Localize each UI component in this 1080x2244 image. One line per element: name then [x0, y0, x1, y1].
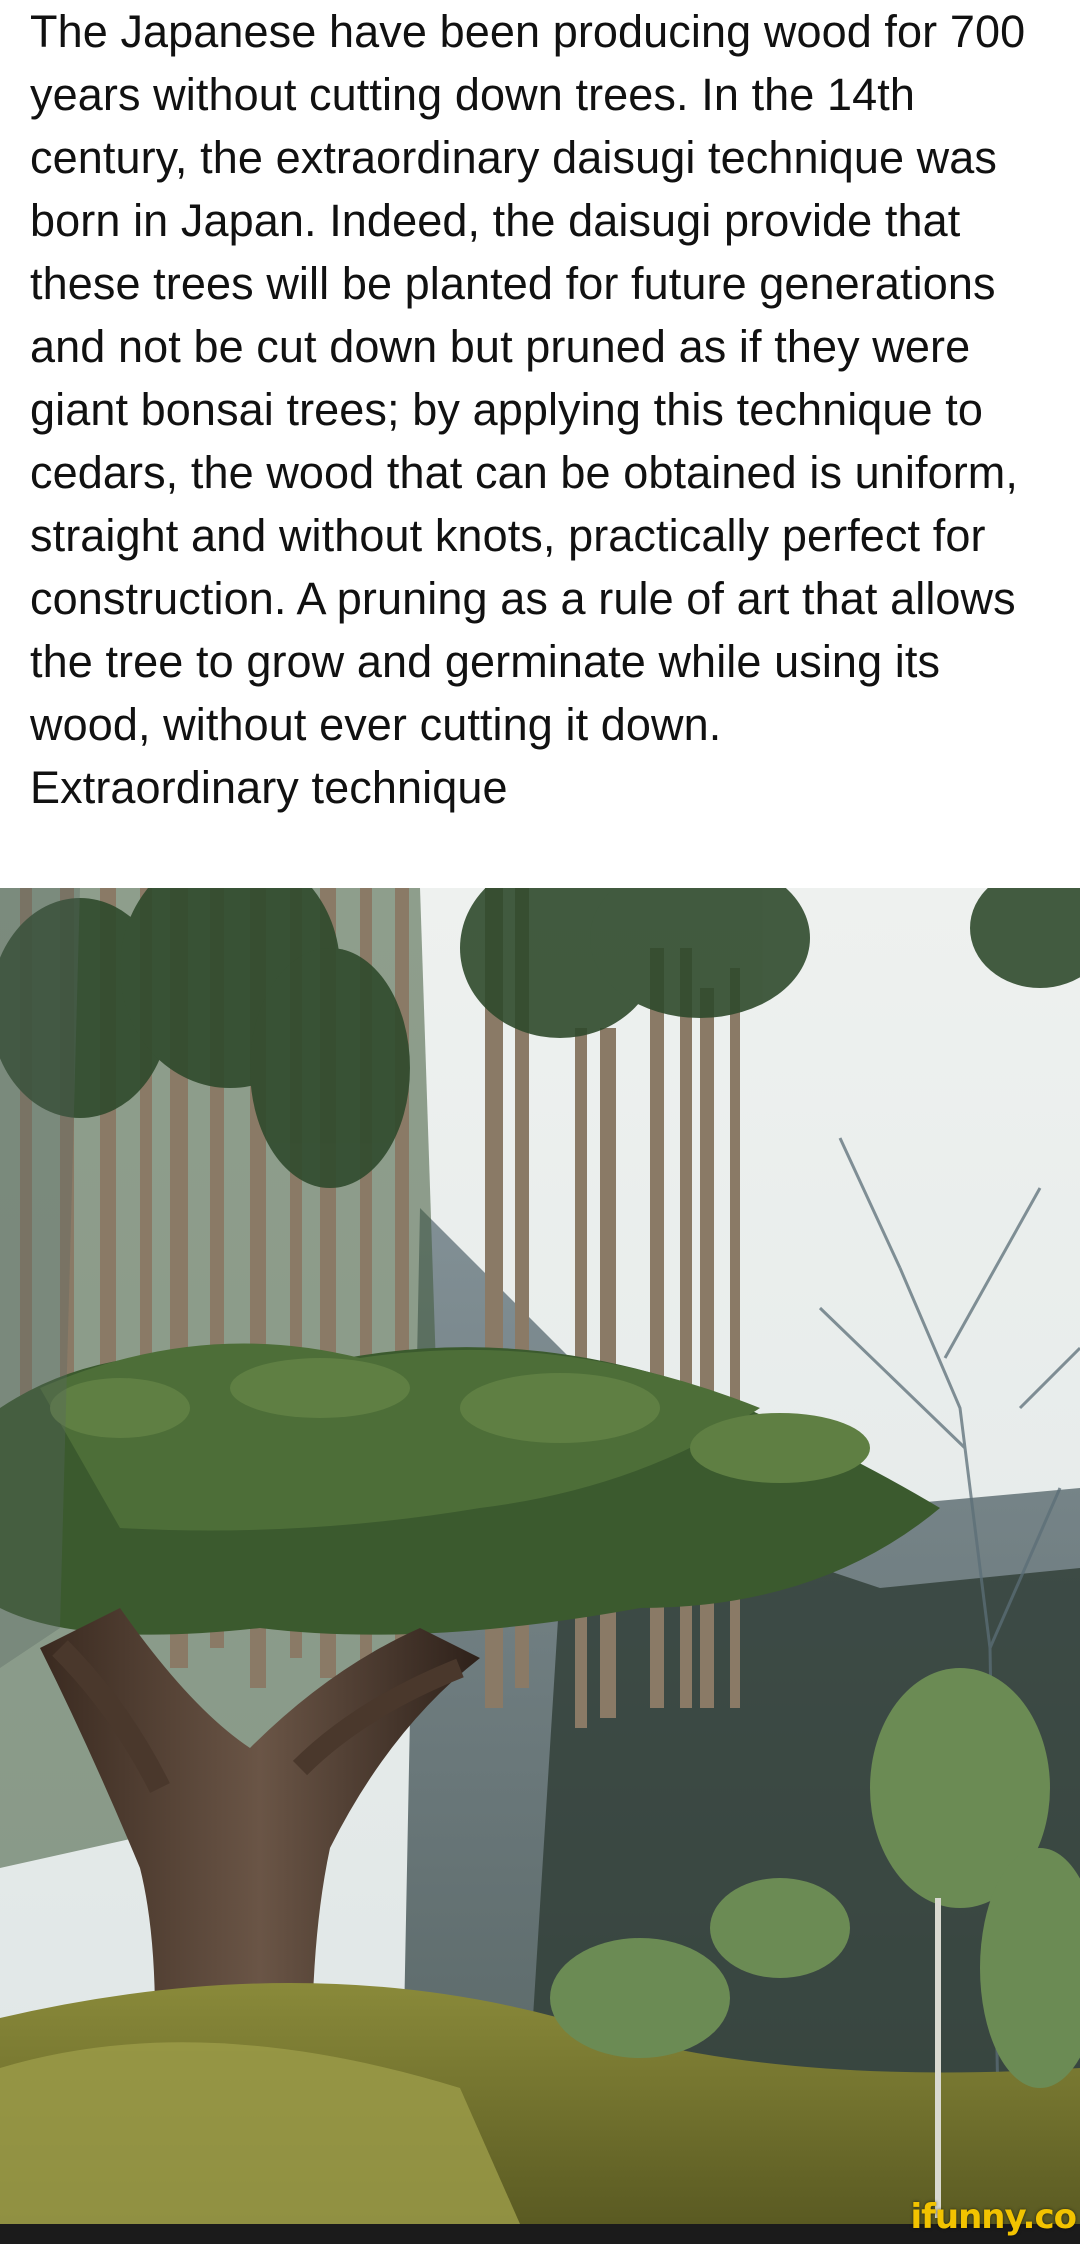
- ifunny-watermark-logo: ifunny.co: [910, 2197, 1077, 2237]
- caption-paragraph-main: The Japanese have been producing wood fo…: [30, 6, 1026, 750]
- daisugi-photo[interactable]: [0, 888, 1080, 2224]
- caption-paragraph-closing: Extraordinary technique: [30, 762, 508, 813]
- daisugi-photo-illustration: [0, 888, 1080, 2224]
- post-caption: The Japanese have been producing wood fo…: [30, 0, 1060, 819]
